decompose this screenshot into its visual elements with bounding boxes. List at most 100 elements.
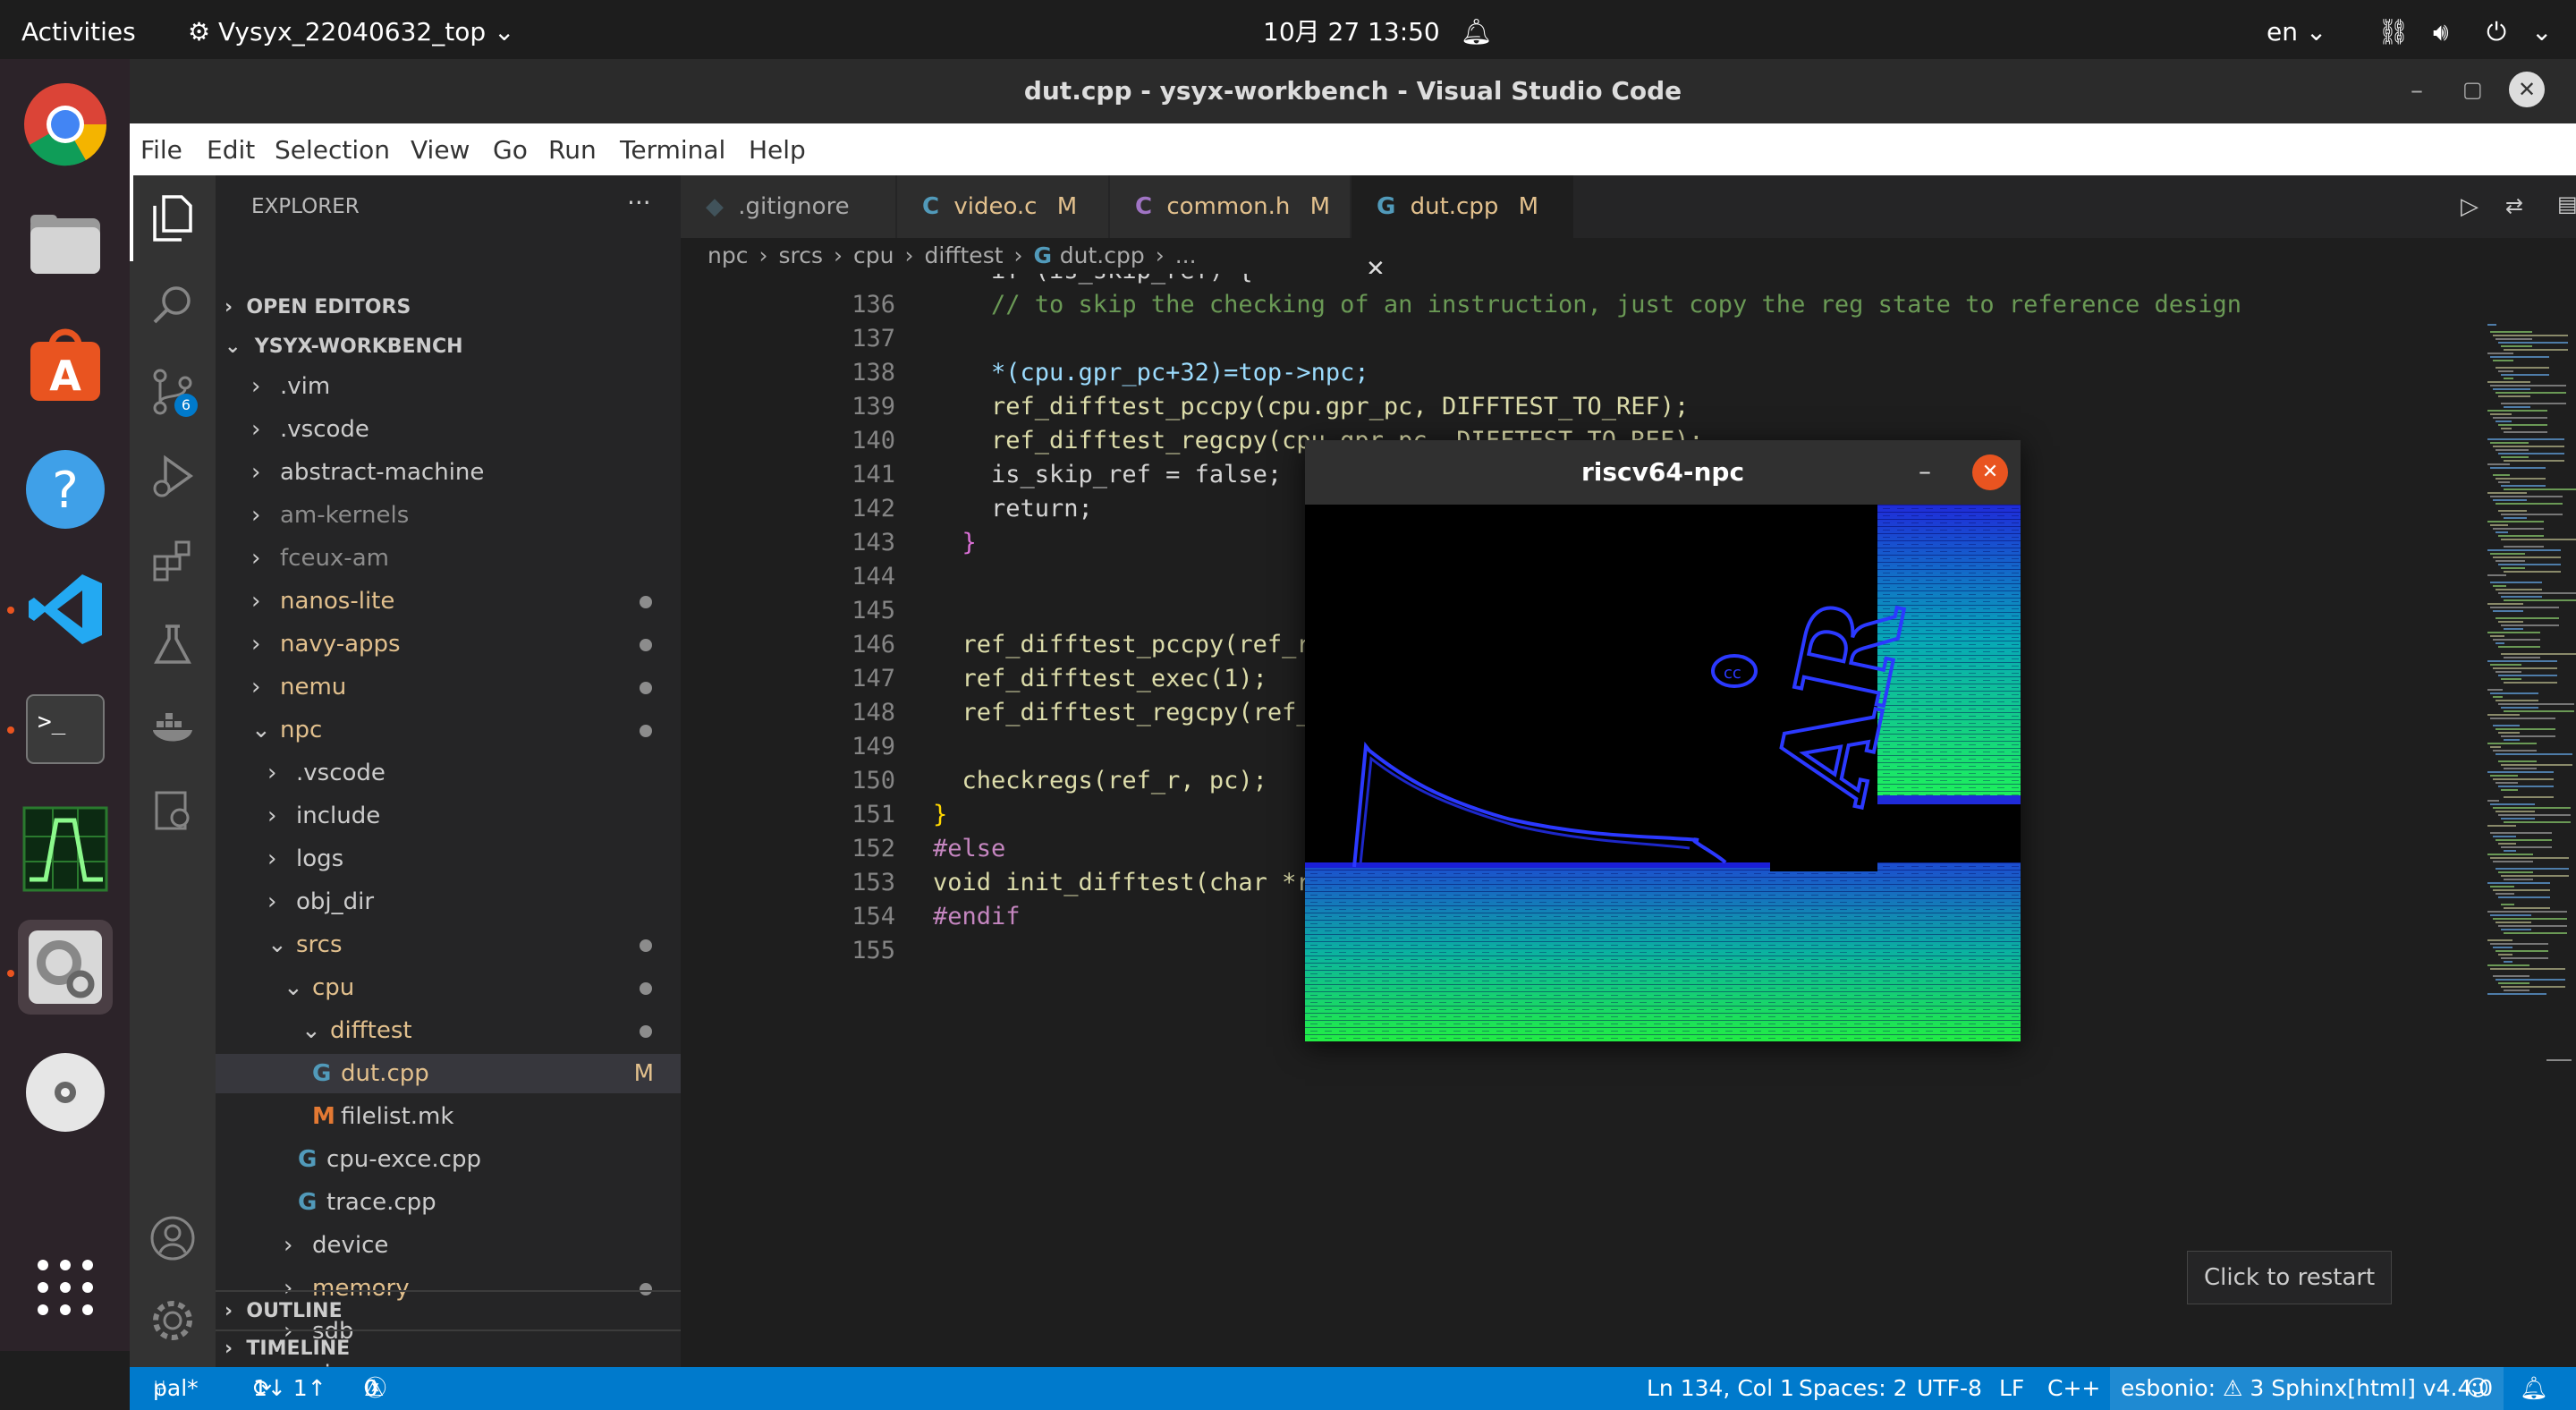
more-actions-icon[interactable]: ··· (627, 188, 651, 217)
close-button[interactable]: ✕ (2509, 72, 2545, 107)
code-line: #endif (933, 903, 1021, 930)
tree-item[interactable]: › include (216, 796, 681, 836)
menu-edit[interactable]: Edit (207, 123, 255, 177)
esbonio-status[interactable]: esbonio: ⚠ 3 Sphinx[html] v4.4.0 (2110, 1367, 2504, 1410)
tree-item[interactable]: › logs (216, 839, 681, 879)
riscv64-npc-window[interactable]: riscv64-npc – ✕ cc AR (1305, 440, 2021, 1041)
breadcrumb-item[interactable]: srcs (778, 242, 823, 268)
line-number: 155 (852, 937, 895, 964)
menu-view[interactable]: View (411, 123, 470, 177)
volume-icon[interactable]: 🔊︎ (2433, 0, 2449, 59)
menu-go[interactable]: Go (493, 123, 528, 177)
breadcrumb-item[interactable]: difftest (924, 242, 1003, 268)
settings-tool-icon[interactable] (18, 920, 113, 1015)
tab-dut-cpp[interactable]: G dut.cpp M ✕ (1352, 175, 1574, 283)
activities-button[interactable]: Activities (21, 0, 136, 59)
popup-titlebar[interactable]: riscv64-npc – ✕ (1305, 440, 2021, 505)
outline-section[interactable]: › OUTLINE (225, 1292, 343, 1331)
explorer-icon[interactable] (151, 195, 194, 245)
vscode-icon[interactable] (18, 562, 113, 657)
eol[interactable]: LF (1999, 1367, 2024, 1410)
tree-item[interactable]: › obj_dir (216, 882, 681, 922)
gear-icon[interactable] (149, 1297, 196, 1347)
feedback-icon[interactable]: ☺ (2466, 1367, 2489, 1410)
tree-item[interactable]: Gtrace.cpp (216, 1183, 681, 1222)
tree-item[interactable]: › am-kernels (216, 496, 681, 535)
section-label: YSYX-WORKBENCH (254, 336, 463, 358)
testing-icon[interactable] (153, 623, 192, 669)
tree-item[interactable]: › nanos-lite (216, 582, 681, 621)
indentation[interactable]: Spaces: 2 (1799, 1367, 1907, 1410)
account-icon[interactable] (149, 1215, 196, 1265)
show-apps-icon[interactable] (18, 1240, 113, 1335)
popup-close-button[interactable]: ✕ (1972, 454, 2008, 490)
docker-icon[interactable] (151, 707, 198, 746)
scope-icon[interactable] (18, 802, 113, 896)
remote-explorer-icon[interactable] (153, 789, 194, 836)
tree-item[interactable]: › device (216, 1226, 681, 1265)
language-indicator[interactable]: en ⌄ (2267, 0, 2326, 59)
menu-file[interactable]: File (140, 123, 182, 177)
minimize-button[interactable]: – (2411, 75, 2423, 105)
open-editors-section[interactable]: › OPEN EDITORS (225, 288, 411, 327)
minimap[interactable] (2487, 324, 2576, 1004)
tab-common-h[interactable]: C common.h M (1110, 175, 1351, 238)
menu-help[interactable]: Help (749, 123, 806, 177)
game-canvas[interactable]: cc AR (1305, 505, 2021, 1041)
chevron-down-icon[interactable]: ⌄ (2531, 0, 2552, 59)
maximize-button[interactable]: ▢ (2462, 77, 2483, 102)
extensions-icon[interactable] (151, 539, 194, 585)
app-menu[interactable]: ⚙︎ Vysyx_22040632_top ⌄ (188, 0, 515, 59)
breadcrumb-item[interactable]: npc (708, 242, 748, 268)
open-changes-icon[interactable]: ▤ (2557, 191, 2576, 217)
terminal-icon[interactable]: >_ (18, 682, 113, 777)
run-debug-icon[interactable] (151, 453, 194, 503)
tab-video-c[interactable]: C video.c M (897, 175, 1109, 238)
disc-icon[interactable] (18, 1045, 113, 1140)
tree-item[interactable]: › .vim (216, 367, 681, 406)
tree-item[interactable]: › abstract-machine (216, 453, 681, 492)
menu-terminal[interactable]: Terminal (620, 123, 725, 177)
chrome-icon[interactable] (18, 77, 113, 172)
tree-item[interactable]: Gcpu-exce.cpp (216, 1140, 681, 1179)
encoding[interactable]: UTF-8 (1917, 1367, 1982, 1410)
tree-item[interactable]: ⌄ npc (216, 710, 681, 750)
tab-gitignore[interactable]: ◆ .gitignore (681, 175, 896, 238)
window-titlebar[interactable]: dut.cpp - ysyx-workbench - Visual Studio… (130, 59, 2576, 123)
tree-item[interactable]: Gdut.cpp M (216, 1054, 681, 1093)
app-center-icon[interactable]: A (18, 319, 113, 413)
network-icon[interactable]: ⛓︎ (2377, 0, 2410, 59)
power-icon[interactable]: ⏻ (2487, 0, 2506, 59)
makefile-icon: M (312, 1103, 335, 1130)
tree-item-label: filelist.mk (341, 1103, 454, 1130)
tree-item[interactable]: ⌄ srcs (216, 925, 681, 964)
timeline-section[interactable]: › TIMELINE (225, 1329, 350, 1369)
clock[interactable]: 10月 27 13:50 🔔︎ (1263, 0, 1492, 59)
popup-minimize-button[interactable]: – (1919, 456, 1931, 486)
menu-run[interactable]: Run (548, 123, 597, 177)
tree-item[interactable]: › fceux-am (216, 539, 681, 578)
notifications-icon[interactable]: 🔔︎ (2520, 1367, 2548, 1410)
cursor-position[interactable]: Ln 134, Col 1 (1647, 1367, 1794, 1410)
language-mode[interactable]: C++ (2047, 1367, 2100, 1410)
breadcrumb-item[interactable]: cpu (853, 242, 894, 268)
breadcrumb-item[interactable]: ... (1175, 242, 1197, 268)
code-line: } (933, 529, 977, 556)
menu-selection[interactable]: Selection (275, 123, 390, 177)
tab-label: video.c (953, 193, 1038, 220)
tree-item[interactable]: › .vscode (216, 410, 681, 449)
workspace-section[interactable]: ⌄ YSYX-WORKBENCH (225, 327, 463, 367)
compare-changes-icon[interactable]: ⇄ (2505, 193, 2523, 218)
help-icon[interactable]: ? (18, 442, 113, 537)
tree-item[interactable]: ⌄ cpu (216, 968, 681, 1007)
source-control-icon[interactable]: 6 (151, 369, 198, 419)
tree-item[interactable]: › .vscode (216, 753, 681, 793)
tree-item[interactable]: › navy-apps (216, 624, 681, 664)
run-file-icon[interactable]: ▷ (2461, 193, 2479, 220)
files-icon[interactable] (18, 197, 113, 292)
breadcrumb-item[interactable]: dut.cpp (1060, 242, 1145, 268)
tree-item[interactable]: Mfilelist.mk (216, 1097, 681, 1136)
search-icon[interactable] (151, 283, 194, 329)
tree-item[interactable]: ⌄ difftest (216, 1011, 681, 1050)
tree-item[interactable]: › nemu (216, 667, 681, 707)
